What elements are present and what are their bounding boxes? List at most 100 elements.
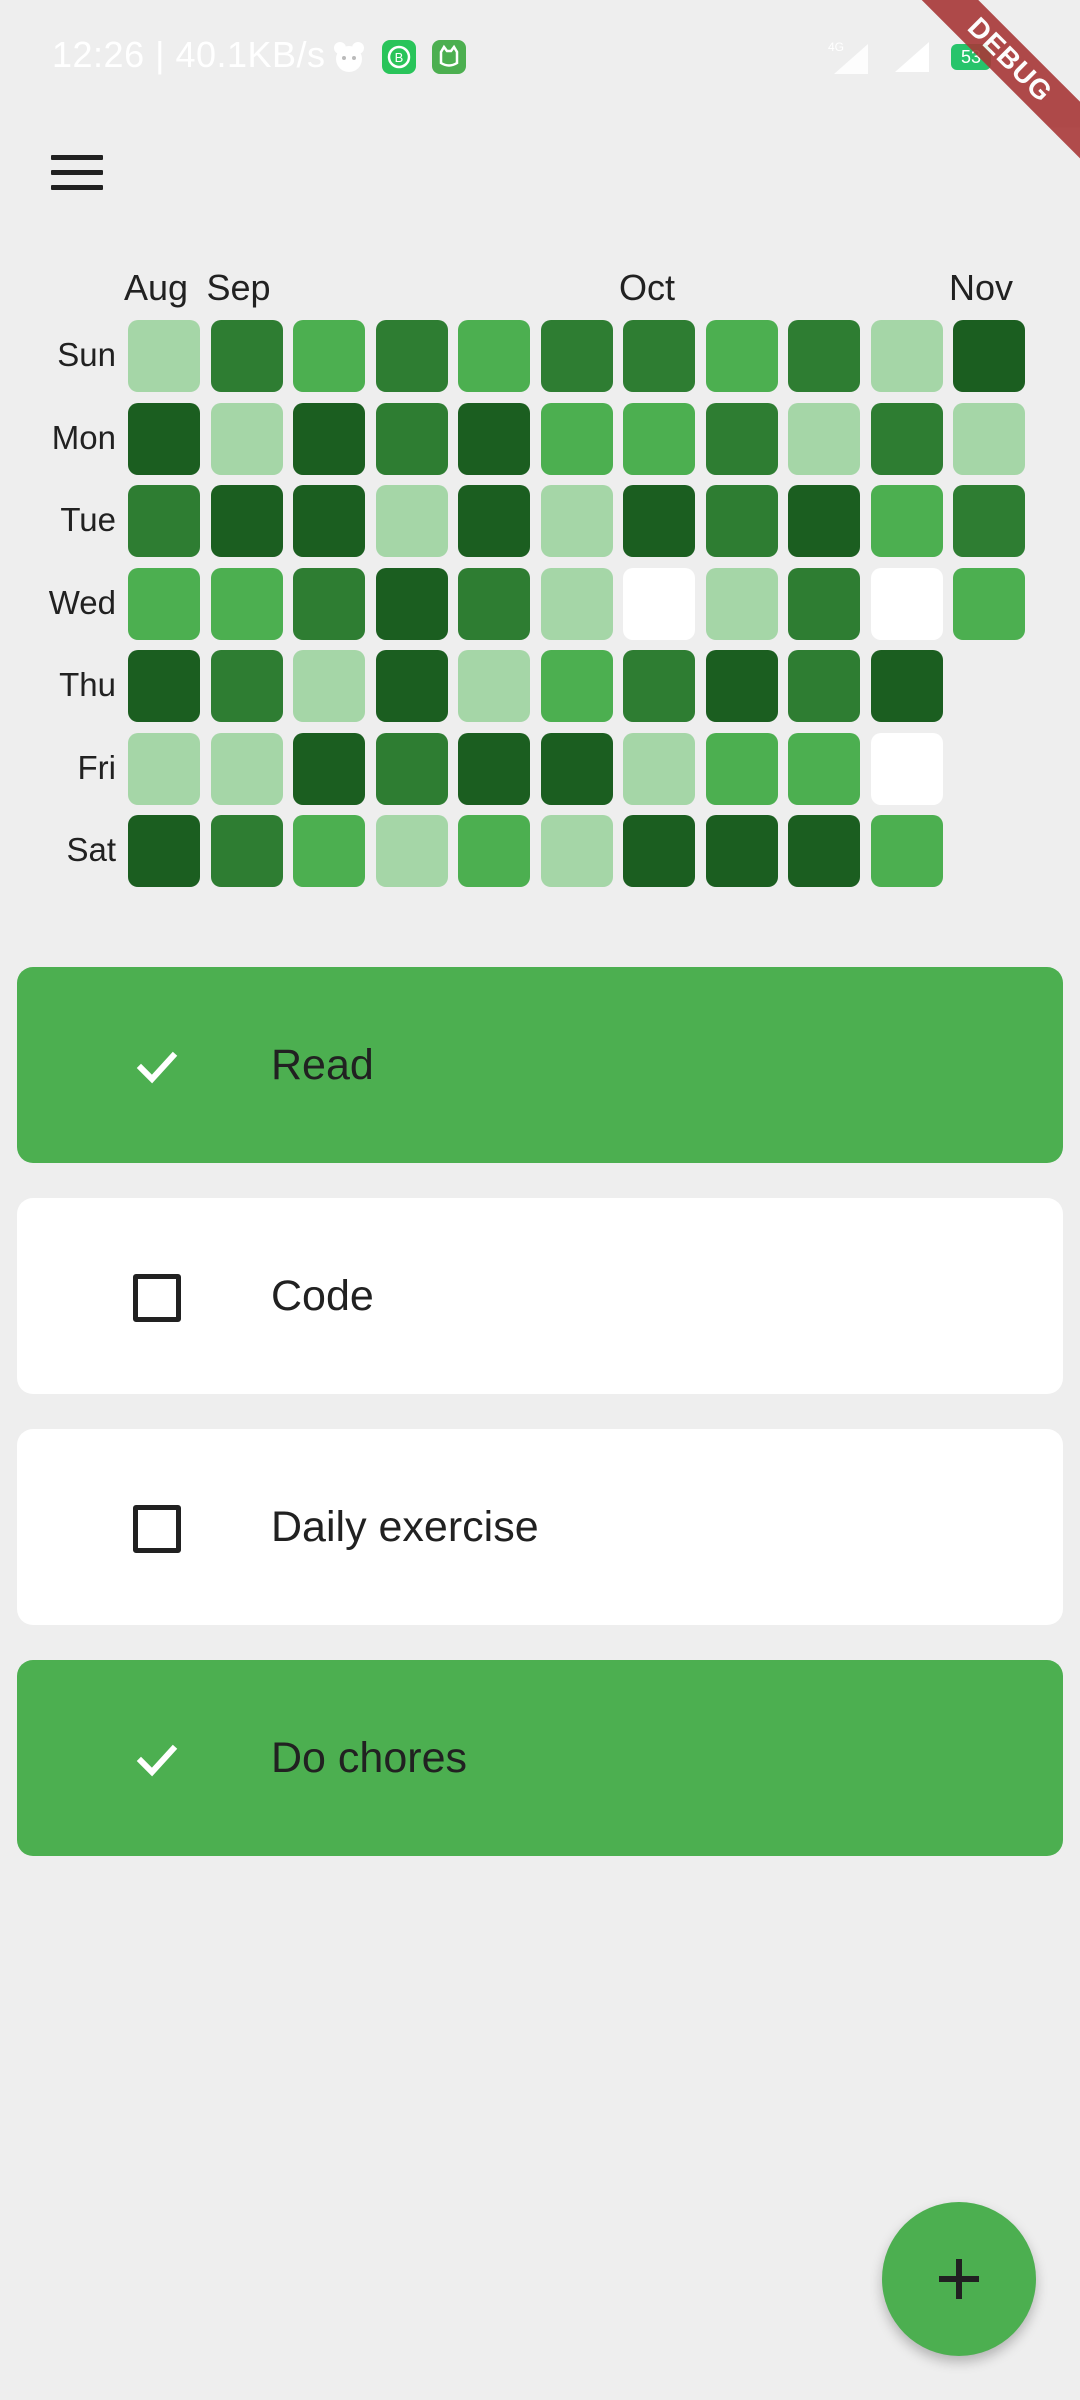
check-icon[interactable] [132, 1042, 182, 1092]
heatmap-cell[interactable] [540, 650, 613, 722]
habit-label: Daily exercise [271, 1502, 539, 1551]
month-label-oct: Oct [619, 267, 676, 308]
habit-label: Code [271, 1271, 374, 1320]
plus-icon [939, 2259, 979, 2299]
heatmap-cell[interactable] [128, 320, 200, 392]
heatmap-cell[interactable] [293, 567, 365, 640]
heatmap-cell[interactable] [375, 320, 448, 392]
heatmap-cell[interactable] [623, 650, 695, 722]
heatmap-cell[interactable] [623, 732, 695, 805]
heatmap-cell[interactable] [458, 320, 530, 392]
day-label-sat: Sat [66, 831, 116, 868]
heatmap-cell[interactable] [953, 402, 1025, 475]
heatmap-cell[interactable] [293, 815, 365, 887]
svg-text:B: B [395, 50, 404, 65]
heatmap-cell[interactable] [705, 485, 778, 557]
heatmap-cell[interactable] [788, 732, 860, 805]
heatmap-cell[interactable] [788, 320, 860, 392]
heatmap-cell[interactable] [540, 402, 613, 475]
habit-card[interactable]: Daily exercise [17, 1429, 1063, 1625]
heatmap-cell[interactable] [953, 567, 1025, 640]
heatmap-cell[interactable] [210, 567, 283, 640]
heatmap-cell[interactable] [788, 815, 860, 887]
heatmap-cell[interactable] [458, 567, 530, 640]
heatmap-cell[interactable] [210, 650, 283, 722]
heatmap-cell[interactable] [128, 485, 200, 557]
heatmap-cell[interactable] [870, 485, 943, 557]
heatmap-cell[interactable] [788, 650, 860, 722]
signal-icon [893, 40, 933, 81]
heatmap-cell[interactable] [210, 732, 283, 805]
heatmap-cell[interactable] [540, 732, 613, 805]
day-label-tue: Tue [60, 501, 116, 538]
heatmap-cell[interactable] [128, 402, 200, 475]
heatmap-cell[interactable] [540, 815, 613, 887]
heatmap-cell[interactable] [375, 567, 448, 640]
heatmap-cell[interactable] [705, 650, 778, 722]
heatmap-cell[interactable] [870, 815, 943, 887]
heatmap-cell[interactable] [293, 320, 365, 392]
check-icon[interactable] [132, 1735, 182, 1785]
add-habit-button[interactable] [882, 2202, 1036, 2356]
heatmap-cell[interactable] [458, 650, 530, 722]
heatmap-cell[interactable] [623, 567, 695, 640]
heatmap-cell[interactable] [623, 402, 695, 475]
debug-banner: DEBUG [903, 0, 1080, 167]
heatmap-cell[interactable] [540, 567, 613, 640]
heatmap-cell[interactable] [375, 815, 448, 887]
habit-card[interactable]: Do chores [17, 1660, 1063, 1856]
heatmap-cell[interactable] [623, 485, 695, 557]
heatmap-cell[interactable] [953, 320, 1025, 392]
heatmap-cell[interactable] [870, 567, 943, 640]
heatmap-cell[interactable] [458, 732, 530, 805]
heatmap-cell[interactable] [210, 402, 283, 475]
heatmap-cell[interactable] [293, 485, 365, 557]
hamburger-menu-icon [51, 154, 103, 160]
heatmap-cell[interactable] [870, 732, 943, 805]
month-label-nov: Nov [949, 267, 1014, 308]
checkbox-empty-icon[interactable] [132, 1273, 182, 1323]
heatmap-cell[interactable] [870, 402, 943, 475]
habit-card[interactable]: Read [17, 967, 1063, 1163]
checkbox-empty-icon[interactable] [132, 1504, 182, 1554]
heatmap-cell[interactable] [458, 815, 530, 887]
heatmap-cell[interactable] [705, 567, 778, 640]
heatmap-cell[interactable] [705, 402, 778, 475]
heatmap-cell[interactable] [788, 567, 860, 640]
heatmap-cell[interactable] [870, 320, 943, 392]
habit-label: Read [271, 1040, 374, 1089]
heatmap-cell[interactable] [623, 815, 695, 887]
day-label-fri: Fri [77, 748, 116, 786]
heatmap-cell[interactable] [705, 815, 778, 887]
heatmap-cell[interactable] [623, 320, 695, 392]
heatmap-cell[interactable] [293, 732, 365, 805]
heatmap-cell[interactable] [210, 485, 283, 557]
menu-button[interactable] [40, 135, 114, 209]
heatmap-cell[interactable] [375, 402, 448, 475]
activity-heatmap: Aug Sep Oct Nov Sun Mon Tue Wed Thu Fri Sat [0, 255, 1080, 895]
heatmap-cell[interactable] [458, 485, 530, 557]
heatmap-cell[interactable] [210, 815, 283, 887]
heatmap-cell[interactable] [870, 650, 943, 722]
heatmap-cell[interactable] [293, 402, 365, 475]
habit-card[interactable]: Code [17, 1198, 1063, 1394]
heatmap-cell[interactable] [705, 732, 778, 805]
heatmap-cell[interactable] [540, 485, 613, 557]
heatmap-cell[interactable] [128, 650, 200, 722]
heatmap-cell[interactable] [788, 402, 860, 475]
heatmap-cell[interactable] [953, 485, 1025, 557]
heatmap-cell[interactable] [293, 650, 365, 722]
heatmap-cell[interactable] [128, 732, 200, 805]
heatmap-cell[interactable] [788, 485, 860, 557]
heatmap-cell[interactable] [705, 320, 778, 392]
heatmap-cell[interactable] [128, 815, 200, 887]
heatmap-cell[interactable] [375, 732, 448, 805]
heatmap-cell[interactable] [128, 567, 200, 640]
heatmap-cell[interactable] [540, 320, 613, 392]
heatmap-cell[interactable] [210, 320, 283, 392]
day-label-wed: Wed [48, 583, 116, 621]
heatmap-cell[interactable] [458, 402, 530, 475]
heatmap-cell[interactable] [375, 650, 448, 722]
habit-label: Do chores [271, 1733, 467, 1782]
heatmap-cell[interactable] [375, 485, 448, 557]
